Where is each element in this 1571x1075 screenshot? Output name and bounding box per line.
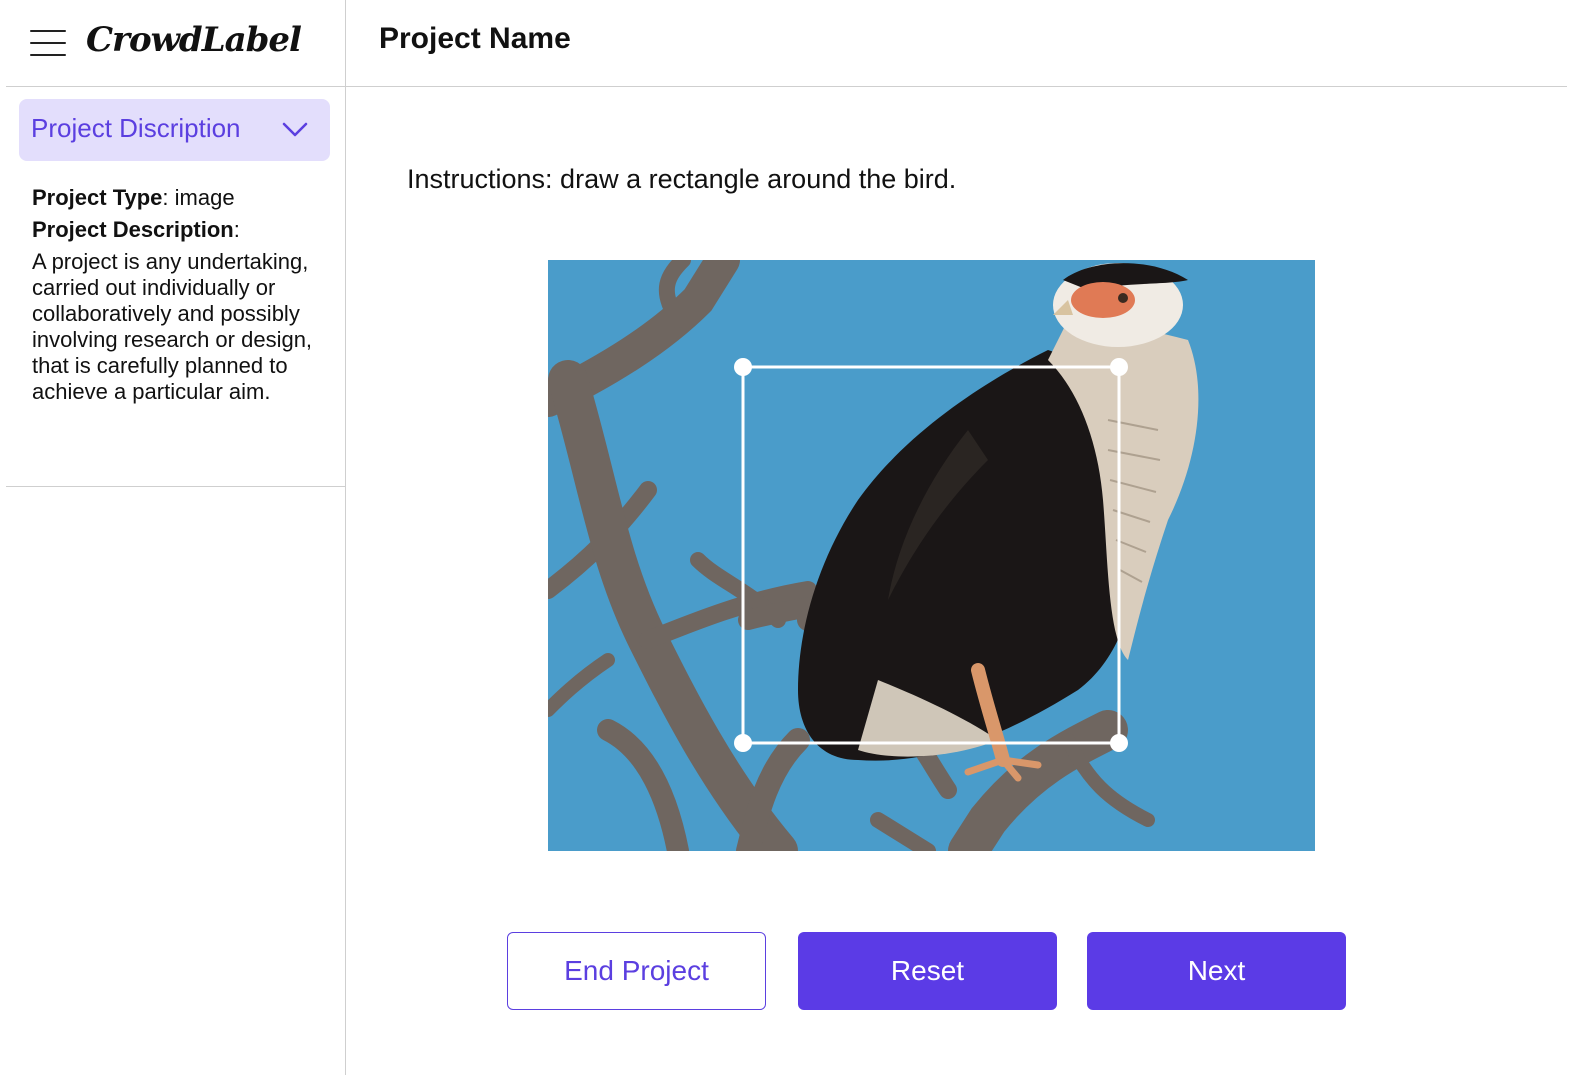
bbox-handle-top-right <box>1110 358 1128 376</box>
sidebar-header: CrowdLabel <box>6 0 345 87</box>
accordion-label: Project Discription <box>31 113 241 143</box>
reset-button[interactable]: Reset <box>798 932 1057 1010</box>
project-description-colon: : <box>233 217 240 242</box>
bbox-handle-bottom-left <box>734 734 752 752</box>
sidebar: CrowdLabel Project Discription Project T… <box>0 0 346 1075</box>
project-description-label: Project Description <box>32 217 234 242</box>
project-description-accordion[interactable]: Project Discription <box>19 99 330 161</box>
instructions-text: Instructions: draw a rectangle around th… <box>407 164 957 194</box>
project-description-row: Project Description: <box>32 217 332 243</box>
bbox-handle-top-left <box>734 358 752 376</box>
project-description-text: A project is any undertaking, carried ou… <box>32 249 313 404</box>
top-bar: Project Name <box>346 0 1567 87</box>
project-type-value: : image <box>162 185 235 210</box>
next-button[interactable]: Next <box>1087 932 1346 1010</box>
end-project-button[interactable]: End Project <box>507 932 766 1010</box>
project-details: Project Type: image Project Description:… <box>32 185 332 405</box>
bbox-handle-bottom-right <box>1110 734 1128 752</box>
chevron-down-icon <box>282 122 308 137</box>
sidebar-divider <box>6 486 345 487</box>
hamburger-menu-icon[interactable] <box>30 28 66 58</box>
labeling-canvas[interactable] <box>548 260 1315 851</box>
app-logo: CrowdLabel <box>86 20 302 60</box>
project-type-row: Project Type: image <box>32 185 332 211</box>
project-type-label: Project Type <box>32 185 163 210</box>
crowdlabel-app: CrowdLabel Project Discription Project T… <box>0 0 1571 1075</box>
bird-image[interactable] <box>548 260 1315 851</box>
page-title: Project Name <box>379 22 571 55</box>
